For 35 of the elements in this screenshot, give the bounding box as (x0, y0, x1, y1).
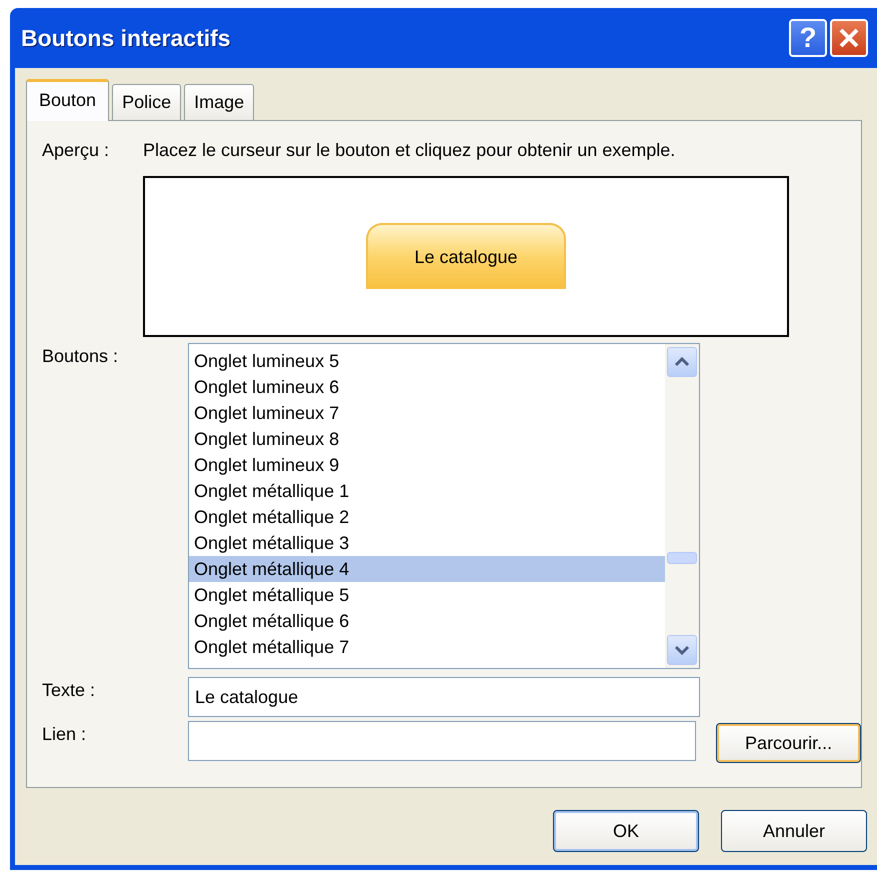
buttons-label: Boutons : (42, 345, 120, 368)
chevron-down-icon (674, 645, 690, 655)
close-button[interactable] (830, 19, 868, 57)
preview-label: Aperçu : (42, 139, 110, 162)
list-item[interactable]: Onglet lumineux 7 (189, 400, 665, 426)
text-label: Texte : (42, 679, 96, 702)
tab[interactable]: Image (184, 84, 254, 120)
list-item[interactable]: Onglet lumineux 6 (189, 374, 665, 400)
list-item[interactable]: Onglet métallique 4 (189, 556, 665, 582)
close-icon (838, 27, 860, 49)
list-item[interactable]: Onglet métallique 2 (189, 504, 665, 530)
window-title: Boutons interactifs (21, 24, 231, 53)
tab[interactable]: Police (112, 84, 182, 120)
list-item[interactable]: Onglet métallique 1 (189, 478, 665, 504)
browse-button[interactable]: Parcourir... (716, 723, 861, 763)
scroll-thumb[interactable] (667, 552, 697, 564)
list-item[interactable]: Onglet lumineux 5 (189, 348, 665, 374)
ok-button[interactable]: OK (553, 810, 699, 852)
scroll-down-button[interactable] (667, 635, 697, 665)
list-item[interactable]: Onglet métallique 3 (189, 530, 665, 556)
scroll-up-button[interactable] (667, 347, 697, 377)
list-item[interactable]: Onglet métallique 5 (189, 582, 665, 608)
help-button[interactable]: ? (789, 19, 827, 57)
cancel-button[interactable]: Annuler (721, 810, 867, 852)
chevron-up-icon (674, 357, 690, 367)
list-item[interactable]: Onglet métallique 7 (189, 634, 665, 660)
preview-tab-button[interactable]: Le catalogue (366, 223, 566, 289)
link-label: Lien : (42, 723, 88, 746)
text-field[interactable]: Le catalogue (188, 677, 700, 717)
preview-hint: Placez le curseur sur le bouton et cliquez pour obtenir un exemple. (143, 139, 676, 162)
link-field[interactable] (188, 721, 696, 761)
list-item[interactable]: Onglet lumineux 9 (189, 452, 665, 478)
list-item[interactable]: Onglet lumineux 8 (189, 426, 665, 452)
tab[interactable]: Bouton (26, 79, 110, 121)
list-item[interactable]: Onglet métallique 6 (189, 608, 665, 634)
